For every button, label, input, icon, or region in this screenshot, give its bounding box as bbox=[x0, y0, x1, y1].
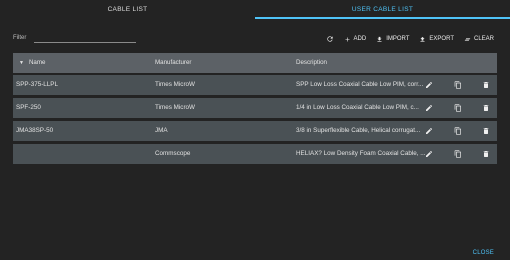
plus-icon bbox=[344, 36, 350, 42]
table-row[interactable]: SPP-375-LLPL Times MicroW SPP Low Loss C… bbox=[13, 75, 497, 95]
clear-all-icon bbox=[464, 37, 471, 41]
upload-icon bbox=[420, 36, 425, 42]
export-button[interactable]: EXPORT bbox=[419, 36, 454, 43]
table-row[interactable]: Commscope HELIAX? Low Density Foam Coaxi… bbox=[13, 144, 497, 164]
table-row[interactable]: JMA38SP-50 JMA 3/8 in Superflexible Cabl… bbox=[13, 121, 497, 141]
cell-description: SPP Low Loss Coaxial Cable Low PIM, corr… bbox=[296, 81, 424, 88]
close-button[interactable]: CLOSE bbox=[473, 250, 494, 256]
add-label: ADD bbox=[353, 36, 367, 42]
column-header-manufacturer[interactable]: Manufacturer bbox=[155, 53, 191, 73]
cell-description: 3/8 in Superflexible Cable, Helical corr… bbox=[296, 127, 421, 134]
column-name-label: Name bbox=[28, 59, 46, 66]
cell-name: SPF-250 bbox=[16, 104, 41, 111]
cell-manufacturer: Times MicroW bbox=[155, 104, 195, 111]
table-row[interactable]: SPF-250 Times MicroW 1/4 in Low Loss Coa… bbox=[13, 98, 497, 118]
cell-manufacturer: Commscope bbox=[155, 150, 191, 157]
column-header-description[interactable]: Description bbox=[296, 53, 327, 73]
cell-description: HELIAX? Low Density Foam Coaxial Cable, … bbox=[296, 150, 426, 157]
cell-description: 1/4 in Low Loss Coaxial Cable Low PIM, c… bbox=[296, 104, 419, 111]
cell-manufacturer: Times MicroW bbox=[155, 81, 195, 88]
download-icon bbox=[377, 36, 382, 42]
refresh-icon bbox=[326, 36, 333, 42]
refresh-button[interactable] bbox=[326, 35, 334, 43]
import-button[interactable]: IMPORT bbox=[376, 36, 409, 43]
delete-icon[interactable] bbox=[482, 150, 490, 158]
copy-icon[interactable] bbox=[454, 104, 462, 112]
delete-icon[interactable] bbox=[482, 127, 490, 135]
edit-icon[interactable] bbox=[425, 104, 433, 112]
tab-cable-list[interactable]: CABLE LIST bbox=[0, 0, 255, 20]
active-tab-indicator bbox=[255, 17, 510, 19]
copy-icon[interactable] bbox=[454, 127, 462, 135]
toolbar: ADD IMPORT EXPORT CLEAR bbox=[326, 33, 494, 45]
copy-icon[interactable] bbox=[454, 81, 462, 89]
clear-button[interactable]: CLEAR bbox=[464, 36, 494, 43]
sort-desc-icon: ▼ bbox=[19, 60, 24, 66]
delete-icon[interactable] bbox=[482, 104, 490, 112]
cell-name: JMA38SP-50 bbox=[16, 127, 54, 134]
cell-name: SPP-375-LLPL bbox=[16, 81, 59, 88]
import-label: IMPORT bbox=[386, 36, 410, 42]
edit-icon[interactable] bbox=[425, 127, 433, 135]
table-header: ▼ Name Manufacturer Description bbox=[13, 53, 497, 73]
filter-label: Filter bbox=[13, 35, 27, 41]
add-button[interactable]: ADD bbox=[344, 36, 367, 43]
edit-icon[interactable] bbox=[425, 150, 433, 158]
cell-manufacturer: JMA bbox=[155, 127, 168, 134]
copy-icon[interactable] bbox=[454, 150, 462, 158]
edit-icon[interactable] bbox=[425, 81, 433, 89]
column-header-name[interactable]: ▼ Name bbox=[19, 53, 45, 73]
export-label: EXPORT bbox=[429, 36, 454, 42]
clear-label: CLEAR bbox=[473, 36, 494, 42]
filter-input[interactable] bbox=[34, 42, 136, 43]
delete-icon[interactable] bbox=[482, 81, 490, 89]
